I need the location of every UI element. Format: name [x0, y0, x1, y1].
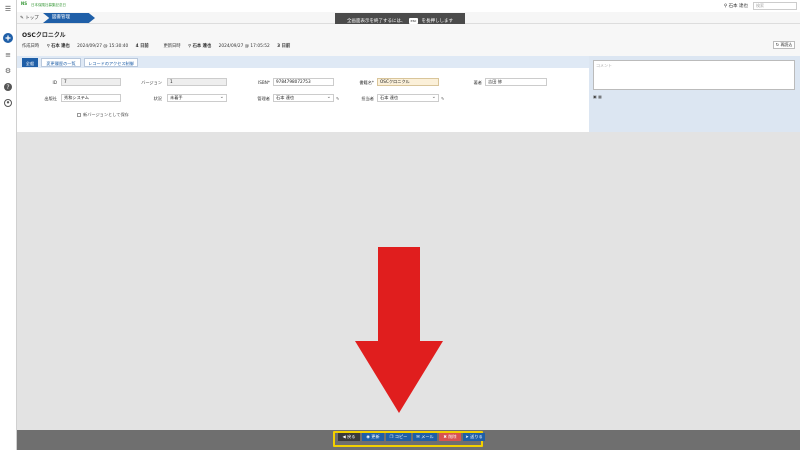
attach-icon[interactable]: ▦: [598, 94, 602, 99]
author-label: 著者: [473, 80, 482, 85]
banner-text-before: 全画面表示を終了するには、: [347, 18, 406, 24]
comment-panel: コメント ▣ ▦: [589, 56, 800, 132]
manager-label: 管理者: [257, 96, 270, 101]
delete-button[interactable]: ✖ 削除: [439, 433, 461, 441]
help-icon[interactable]: ?: [3, 82, 13, 92]
comment-input[interactable]: コメント: [593, 60, 795, 90]
mail-button[interactable]: ✉ メール: [413, 433, 437, 441]
esc-key: esc: [408, 17, 419, 24]
add-icon[interactable]: [3, 33, 13, 43]
updated-at: 2024/09/27 @ 17:05:52: [218, 44, 270, 49]
send-button[interactable]: ➤ 送りる: [463, 433, 485, 441]
reload-label: 再読込: [780, 42, 793, 47]
manager-select[interactable]: 石本 達也: [273, 94, 334, 102]
created-label: 作成日時: [22, 44, 40, 49]
updated-label: 更新日時: [163, 44, 181, 49]
record-meta: 作成日時 ⚲ 石本 達也 2024/09/27 @ 15:30:40 4 日前 …: [22, 43, 290, 49]
copy-button[interactable]: ❐ コピー: [386, 433, 411, 441]
book-name-label: 書籍名*: [347, 80, 374, 86]
record-form: ID 7 バージョン 1 ISBN* 9784798072753 書籍名* OS…: [17, 68, 589, 132]
page-title: OSCクロニクル: [22, 32, 66, 39]
footer-bar: ◀ 戻る ◉ 更新 ❐ コピー ✉ メール ✖ 削除 ➤ 送りる: [17, 430, 800, 450]
version-field: 1: [167, 78, 227, 86]
user-menu[interactable]: ⚲ 石本 達也: [724, 3, 748, 9]
updated-user-icon: ⚲: [188, 44, 192, 49]
comment-toolbar: ▣ ▦: [593, 94, 602, 99]
back-button[interactable]: ◀ 戻る: [338, 433, 360, 441]
tab-history[interactable]: 変更履歴の一覧: [41, 58, 81, 67]
delete-label: 削除: [448, 434, 457, 439]
camera-icon[interactable]: ▣: [593, 94, 597, 99]
created-ago: 4 日前: [135, 44, 149, 49]
updated-by[interactable]: 石本 達也: [193, 44, 212, 49]
search-input[interactable]: 検索: [753, 2, 797, 10]
publisher-field[interactable]: 秀和システム: [61, 94, 121, 102]
sort-icon[interactable]: ≡: [3, 50, 13, 60]
record-tabs: 全般 変更履歴の一覧 レコードのアクセス制御: [17, 56, 589, 68]
reload-button[interactable]: ↻ 再読込: [773, 41, 795, 49]
mail-label: メール: [421, 434, 434, 439]
isbn-label: ISBN*: [237, 80, 270, 85]
banner-text-after: を長押しします: [421, 18, 453, 24]
left-sidebar: ☰ ≡ ⚙ ?: [0, 0, 17, 450]
owner-select[interactable]: 石本 達也: [377, 94, 439, 102]
new-version-checkbox[interactable]: [77, 113, 81, 117]
breadcrumb-home-label: トップ: [25, 16, 39, 21]
book-name-field[interactable]: OSCクロニクル: [377, 78, 439, 86]
back-label: 戻る: [347, 434, 356, 439]
created-user-icon: ⚲: [46, 44, 50, 49]
tab-general[interactable]: 全般: [22, 58, 38, 67]
owner-label: 担当者: [361, 96, 374, 101]
status-label: 状況: [153, 96, 162, 101]
org-name: 日本保険社募集記念日: [31, 3, 66, 7]
id-label: ID: [52, 80, 57, 85]
author-field[interactable]: 吉田 修: [485, 78, 547, 86]
breadcrumb-home[interactable]: ✎ トップ: [20, 15, 39, 21]
id-field: 7: [61, 78, 121, 86]
owner-edit-icon[interactable]: ✎: [441, 96, 444, 101]
red-down-arrow-icon: [355, 247, 443, 413]
top-bar: NS 日本保険社募集記念日 ⚲ 石本 達也 検索: [17, 0, 800, 12]
manager-edit-icon[interactable]: ✎: [336, 96, 339, 101]
update-label: 更新: [371, 434, 380, 439]
copy-label: コピー: [394, 434, 408, 439]
book-name-label-text: 書籍名: [359, 80, 372, 85]
user-name: 石本 達也: [728, 4, 748, 9]
status-select[interactable]: 未着手: [167, 94, 227, 102]
updated-ago: 3 日前: [277, 44, 291, 49]
publisher-label: 出版社: [44, 96, 57, 101]
save-as-new-version[interactable]: 新バージョンとして保存: [77, 112, 129, 118]
required-mark: *: [371, 80, 374, 85]
send-label: 送りる: [470, 434, 483, 439]
version-label: バージョン: [141, 80, 162, 85]
new-version-label: 新バージョンとして保存: [83, 112, 129, 117]
tab-access-control[interactable]: レコードのアクセス制御: [84, 58, 138, 67]
menu-icon[interactable]: ☰: [3, 4, 13, 14]
user-icon[interactable]: [3, 98, 13, 108]
required-mark: *: [267, 80, 270, 85]
breadcrumb-current[interactable]: 図書管理: [43, 13, 95, 23]
gear-icon[interactable]: ⚙: [3, 66, 13, 76]
org-logo[interactable]: NS: [20, 2, 28, 10]
created-by[interactable]: 石本 達也: [51, 44, 70, 49]
isbn-label-text: ISBN: [258, 80, 268, 85]
record-header: OSCクロニクル 作成日時 ⚲ 石本 達也 2024/09/27 @ 15:30…: [17, 24, 800, 56]
isbn-field[interactable]: 9784798072753: [273, 78, 334, 86]
update-button[interactable]: ◉ 更新: [362, 433, 384, 441]
svg-text:?: ?: [6, 84, 9, 91]
created-at: 2024/09/27 @ 15:30:40: [77, 44, 129, 49]
